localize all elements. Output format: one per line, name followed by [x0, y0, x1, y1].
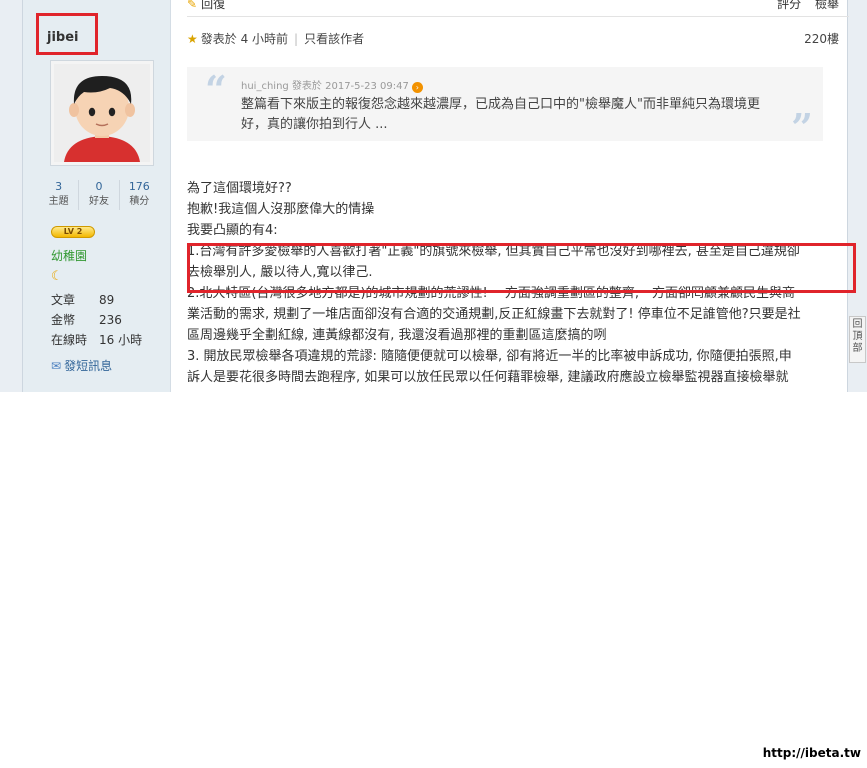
info-coins-label: 金幣 — [51, 313, 76, 327]
info-posts-label: 文章 — [51, 293, 76, 307]
stat-topics[interactable]: 3 主題 — [39, 180, 80, 210]
info-posts-value: 89 — [99, 293, 115, 307]
send-message-label: 發短訊息 — [64, 359, 113, 373]
post-line: 3. 開放民眾檢舉各項違規的荒謬: 隨隨便便就可以檢舉, 卻有將近一半的比率被申… — [187, 349, 792, 364]
avatar[interactable] — [50, 60, 154, 166]
post-time: 發表於 4 小時前 — [200, 32, 289, 46]
info-row-online: 在線時 16 小時 — [51, 330, 142, 350]
stat-points[interactable]: 176 積分 — [120, 180, 159, 210]
info-coins-value: 236 — [99, 313, 122, 327]
post-line: 為了這個環境好?? — [187, 181, 292, 196]
stat-friends-label: 好友 — [88, 196, 109, 207]
info-row-coins: 金幣 236 — [51, 310, 142, 330]
user-rank[interactable]: 幼稚園 — [51, 247, 87, 264]
watermark-url: http://ibeta.tw — [762, 746, 861, 760]
stat-friends[interactable]: 0 好友 — [79, 180, 120, 210]
online-status-icon: ★ — [187, 32, 198, 46]
author-sidebar: jibei 3 主題 0 好友 176 積分 LV 2 幼稚園 ☾ 文章 89 … — [23, 0, 171, 392]
post-line: 訴人是要花很多時間去跑程序, 如果可以放任民眾以任何藉罪檢舉, 建議政府應設立檢… — [187, 370, 789, 385]
quote-meta-text: hui_ching 發表於 2017-5-23 09:47 — [241, 81, 409, 92]
post-divider — [187, 16, 849, 17]
info-online-label: 在線時 — [51, 333, 88, 347]
quote-text: 整篇看下來版主的報復怨念越來越濃厚，已成為自己口中的"檢舉魔人"而非單純只為環境… — [241, 97, 760, 132]
previous-post-actions: 評分 檢舉 — [767, 0, 839, 12]
stat-topics-value[interactable]: 3 — [39, 180, 78, 194]
reply-icon: ✎ — [187, 0, 198, 11]
only-author-link[interactable]: 只看該作者 — [304, 32, 364, 46]
close-quote-icon: ” — [791, 105, 813, 150]
moon-medal-icon: ☾ — [51, 269, 63, 284]
reply-label: 回復 — [201, 0, 226, 11]
post-line: 我要凸顯的有4: — [187, 223, 278, 238]
author-info: 文章 89 金幣 236 在線時 16 小時 — [51, 290, 142, 350]
stat-points-label: 積分 — [129, 196, 150, 207]
back-to-top-button[interactable]: 回頂部 — [849, 316, 866, 363]
post-line: 抱歉!我這個人沒那麼偉大的情操 — [187, 202, 375, 217]
quote-block: “ hui_ching 發表於 2017-5-23 09:47 › 整篇看下來版主… — [187, 67, 823, 147]
post-header: ★ 發表於 4 小時前 | 只看該作者 — [187, 30, 364, 47]
reply-button[interactable]: ✎ 回復 — [187, 0, 225, 12]
highlight-box-paragraph — [187, 243, 856, 293]
quote-meta: hui_ching 發表於 2017-5-23 09:47 › — [241, 77, 423, 93]
send-message-link[interactable]: ✉ 發短訊息 — [51, 357, 112, 374]
info-online-value: 16 小時 — [99, 333, 143, 347]
highlight-box-author — [36, 13, 98, 55]
envelope-icon: ✉ — [51, 359, 62, 373]
stat-topics-label: 主題 — [48, 196, 69, 207]
info-row-posts: 文章 89 — [51, 290, 142, 310]
header-separator: | — [294, 32, 299, 46]
level-badge: LV 2 — [51, 226, 95, 238]
post-line: 業活動的需求, 規劃了一堆店面卻沒有合適的交通規劃,反正紅線畫下去就對了! 停車… — [187, 307, 801, 322]
forum-screenshot: jibei 3 主題 0 好友 176 積分 LV 2 幼稚園 ☾ 文章 89 … — [0, 0, 867, 392]
post-panel: jibei 3 主題 0 好友 176 積分 LV 2 幼稚園 ☾ 文章 89 … — [22, 0, 856, 392]
report-link[interactable]: 檢舉 — [815, 0, 839, 11]
open-quote-icon: “ — [205, 67, 227, 112]
floor-number[interactable]: 220樓 — [804, 30, 839, 47]
rate-link[interactable]: 評分 — [777, 0, 801, 11]
stat-points-value[interactable]: 176 — [120, 180, 159, 194]
jump-to-post-icon[interactable]: › — [411, 82, 423, 93]
stat-friends-value[interactable]: 0 — [79, 180, 118, 194]
avatar-cartoon-boy-image — [54, 64, 150, 162]
author-stats: 3 主題 0 好友 176 積分 — [39, 180, 159, 210]
post-line: 區周邊幾乎全劃紅線, 連黃線都沒有, 我還沒看過那裡的重劃區這麼搞的咧 — [187, 328, 607, 343]
